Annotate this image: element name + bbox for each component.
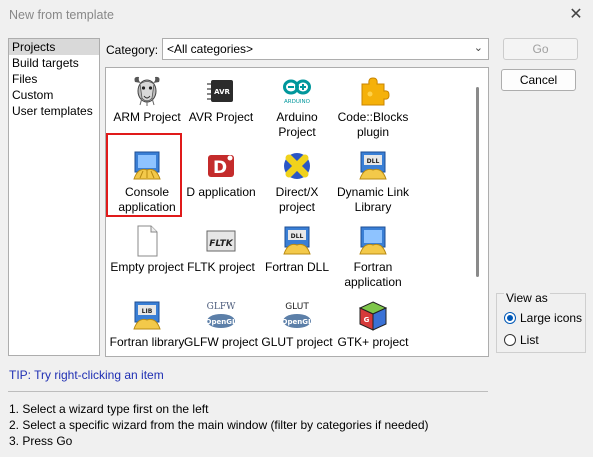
glut-icon: GLUT OpenGL [280,299,314,333]
instruction-line: 3. Press Go [9,434,73,448]
template-label: GLUT project [261,335,333,349]
close-icon[interactable]: ✕ [566,5,586,25]
dll-text: DLL [367,158,380,165]
arduino-text: ARDUINO [284,99,311,105]
fltk-text: FLTK [209,239,234,249]
dll-text: DLL [291,233,304,240]
avr-chip-icon: AVR [204,74,238,108]
template-directx-project[interactable]: Direct/X project [258,149,336,215]
view-as-group: View as Large icons List [496,291,586,353]
template-gtk-project[interactable]: G GTK+ project [334,299,412,350]
glfw-brand: GLFW [207,302,236,312]
template-label: GLFW project [183,335,258,349]
tip-text: TIP: Try right-clicking an item [9,368,164,382]
template-avr-project[interactable]: AVR AVR Project [182,74,260,125]
glfw-icon: GLFW OpenGL [204,299,238,333]
template-label: Arduino Project [276,110,318,139]
template-label: Code::Blocks plugin [337,110,409,139]
instruction-line: 1. Select a wizard type first on the lef… [9,402,209,416]
template-label: Empty project [110,260,184,274]
template-label: Fortran application [344,260,402,289]
template-label: Direct/X project [275,185,319,214]
view-as-label: View as [504,291,550,305]
template-dynamic-link-library[interactable]: DLL Dynamic Link Library [334,149,412,215]
template-label: GTK+ project [337,335,409,349]
template-label: Fortran DLL [264,260,330,274]
gnu-icon [130,74,164,108]
template-label: Dynamic Link Library [336,185,410,214]
template-label: ARM Project [113,110,181,124]
template-arm-project[interactable]: ARM Project [108,74,186,125]
template-codeblocks-plugin[interactable]: Code::Blocks plugin [334,74,412,140]
template-label: AVR Project [188,110,254,124]
template-fortran-application[interactable]: Fortran application [334,224,412,290]
category-label: Category: [106,43,159,57]
list-item-build-targets[interactable]: Build targets [9,55,99,71]
fortran-lib-icon: LIB [130,299,164,333]
fortran-app-icon [356,224,390,258]
selection-highlight [106,133,182,217]
opengl-text: OpenGL [206,318,237,326]
template-glfw-project[interactable]: GLFW OpenGL GLFW project [182,299,260,350]
fortran-dll-icon: DLL [280,224,314,258]
template-glut-project[interactable]: GLUT OpenGL GLUT project [258,299,336,350]
list-item-custom[interactable]: Custom [9,87,99,103]
radio-large-icons[interactable]: Large icons [504,311,582,325]
d-language-icon: D [204,149,238,183]
cancel-button[interactable]: Cancel [501,69,576,91]
template-empty-project[interactable]: Empty project [108,224,186,275]
template-fortran-library[interactable]: LIB Fortran library [108,299,186,350]
opengl-text: OpenGL [282,318,313,326]
template-arduino-project[interactable]: ARDUINO Arduino Project [258,74,336,140]
list-item-user-templates[interactable]: User templates [9,103,99,119]
go-button[interactable]: Go [503,38,578,60]
chevron-down-icon: ⌄ [473,42,483,54]
title-bar: New from template ✕ [0,0,593,30]
divider [8,391,488,392]
instruction-line: 2. Select a specific wizard from the mai… [9,418,429,432]
radio-list-label: List [520,333,539,347]
wizard-type-list[interactable]: Projects Build targets Files Custom User… [8,38,100,356]
empty-page-icon [130,224,164,258]
lib-text: LIB [142,308,153,315]
directx-icon [280,149,314,183]
radio-selected-icon [504,312,516,324]
gtk-cube-icon: G [356,299,390,333]
list-item-files[interactable]: Files [9,71,99,87]
arduino-icon: ARDUINO [280,74,314,108]
fltk-icon: FLTK [204,224,238,258]
list-item-projects[interactable]: Projects [9,39,99,55]
radio-list[interactable]: List [504,333,539,347]
avr-chip-text: AVR [214,88,230,96]
gtk-letter: G [364,316,370,324]
template-d-application[interactable]: D D application [182,149,260,200]
template-label: D application [186,185,256,199]
window-title: New from template [9,8,114,22]
template-label: Fortran library [109,335,185,349]
vertical-scrollbar[interactable] [476,87,479,277]
glut-brand: GLUT [285,302,309,312]
radio-unselected-icon [504,334,516,346]
template-fortran-dll[interactable]: DLL Fortran DLL [258,224,336,275]
puzzle-plugin-icon [356,74,390,108]
template-fltk-project[interactable]: FLTK FLTK project [182,224,260,275]
dll-icon: DLL [356,149,390,183]
category-value: <All categories> [167,42,254,56]
category-dropdown[interactable]: <All categories> ⌄ [162,38,489,60]
d-letter: D [213,158,227,178]
radio-large-icons-label: Large icons [520,311,583,325]
template-label: FLTK project [187,260,255,274]
